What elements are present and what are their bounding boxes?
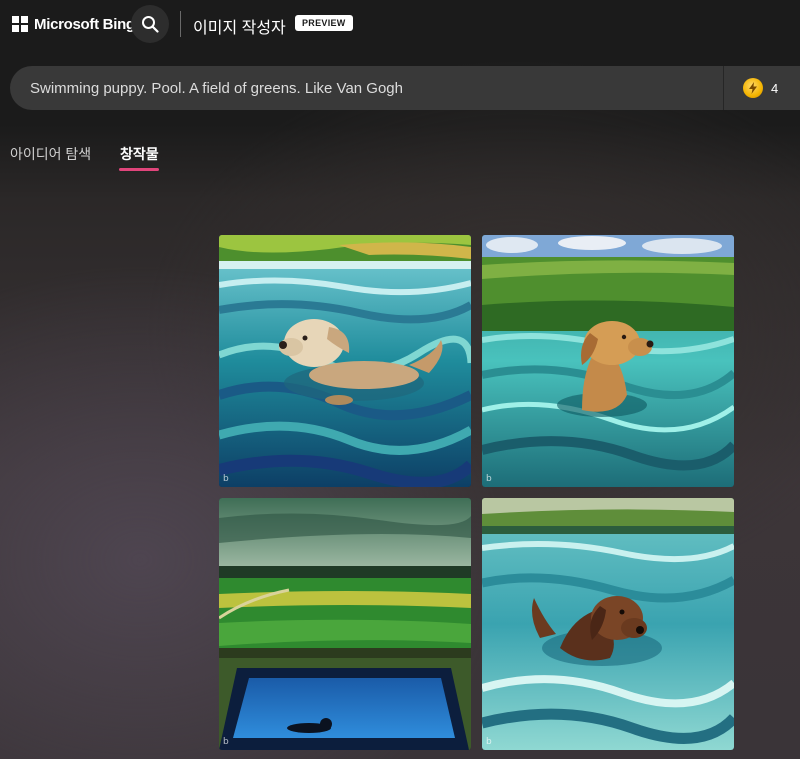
watermark: b (486, 474, 492, 484)
active-tab-indicator (119, 168, 159, 171)
microsoft-logo-icon (12, 16, 28, 32)
prompt-bar: 4 (10, 66, 800, 110)
top-bar: Microsoft Bing 이미지 작성자 PREVIEW (0, 0, 800, 48)
generated-image-4[interactable]: b (482, 498, 734, 750)
watermark: b (486, 737, 492, 747)
watermark: b (223, 737, 229, 747)
page-title[interactable]: 이미지 작성자 (193, 14, 286, 38)
generated-image-2[interactable]: b (482, 235, 734, 487)
search-icon (142, 16, 159, 33)
search-button[interactable] (131, 5, 169, 43)
tab-explore-ideas[interactable]: 아이디어 탐색 (10, 144, 91, 164)
prompt-bar-divider (723, 66, 724, 110)
image-4-artwork (482, 498, 734, 750)
generated-image-1[interactable]: b (219, 235, 471, 487)
generated-image-3[interactable]: b (219, 498, 471, 750)
header-divider (180, 11, 181, 37)
boost-count: 4 (771, 80, 779, 96)
prompt-input[interactable] (30, 66, 710, 110)
tab-creations[interactable]: 창작물 (120, 144, 159, 164)
image-3-artwork (219, 498, 471, 750)
lightning-coin-icon (743, 78, 763, 98)
image-1-artwork (219, 235, 471, 487)
image-grid: b b b b (219, 235, 734, 750)
image-2-artwork (482, 235, 734, 487)
brand-name: Microsoft Bing (34, 15, 135, 33)
preview-badge: PREVIEW (295, 15, 353, 31)
boost-counter[interactable]: 4 (743, 78, 778, 98)
watermark: b (223, 474, 229, 484)
bing-logo[interactable]: Microsoft Bing (12, 14, 135, 34)
